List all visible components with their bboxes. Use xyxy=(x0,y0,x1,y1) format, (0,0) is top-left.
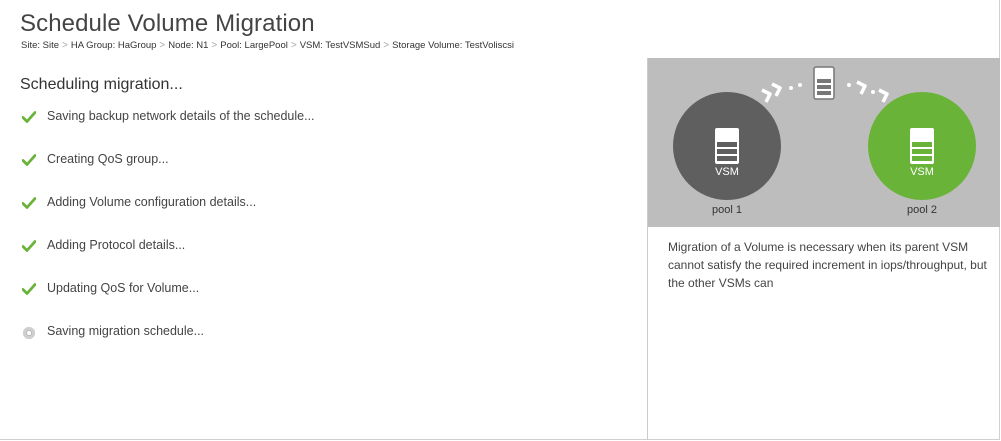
source-vsm-label: VSM xyxy=(715,166,739,178)
migration-description: Migration of a Volume is necessary when … xyxy=(668,240,987,290)
breadcrumb-separator: > xyxy=(62,40,68,51)
spinner-icon xyxy=(23,327,35,339)
server-icon xyxy=(910,128,934,164)
migration-diagram: VSM pool 1 VSM pool 2 xyxy=(648,58,1000,227)
progress-step-label: Creating QoS group... xyxy=(47,152,169,166)
check-icon xyxy=(22,154,42,170)
breadcrumb: Site: Site > HA Group: HaGroup > Node: N… xyxy=(21,40,514,51)
breadcrumb-vsm[interactable]: VSM: TestVSMSud xyxy=(300,40,381,51)
breadcrumb-separator: > xyxy=(383,40,390,51)
server-icon xyxy=(715,128,739,164)
check-icon xyxy=(22,197,42,213)
progress-step-label: Saving backup network details of the sch… xyxy=(47,109,315,123)
check-icon xyxy=(22,283,42,299)
breadcrumb-site[interactable]: Site: Site xyxy=(21,40,59,51)
breadcrumb-storage-volume[interactable]: Storage Volume: TestVoliscsi xyxy=(392,40,514,51)
breadcrumb-separator: > xyxy=(290,40,297,51)
info-panel: VSM pool 1 VSM pool 2 Migration of a Vol… xyxy=(647,58,1000,440)
breadcrumb-separator: > xyxy=(211,40,218,51)
source-pool-circle: VSM xyxy=(673,92,781,200)
target-pool-circle: VSM xyxy=(868,92,976,200)
progress-step-label: Adding Protocol details... xyxy=(47,238,186,252)
breadcrumb-ha-group[interactable]: HA Group: HaGroup xyxy=(71,40,157,51)
progress-step-label: Updating QoS for Volume... xyxy=(47,281,200,295)
progress-heading: Scheduling migration... xyxy=(20,76,183,93)
breadcrumb-pool[interactable]: Pool: LargePool xyxy=(220,40,288,51)
target-vsm-label: VSM xyxy=(910,166,934,178)
migration-arrow-icon xyxy=(847,80,889,103)
progress-panel: Scheduling migration... Saving backup ne… xyxy=(0,58,647,440)
breadcrumb-separator: > xyxy=(159,40,166,51)
progress-step-label: Adding Volume configuration details... xyxy=(47,195,257,209)
page-title: Schedule Volume Migration xyxy=(20,10,315,37)
check-icon xyxy=(22,240,42,256)
breadcrumb-node[interactable]: Node: N1 xyxy=(168,40,208,51)
source-pool-label: pool 1 xyxy=(712,204,742,216)
target-pool-label: pool 2 xyxy=(907,204,937,216)
moving-server-icon xyxy=(813,66,835,100)
progress-step-label: Saving migration schedule... xyxy=(47,324,205,338)
check-icon xyxy=(22,111,42,127)
migration-arrow-icon xyxy=(761,82,802,103)
